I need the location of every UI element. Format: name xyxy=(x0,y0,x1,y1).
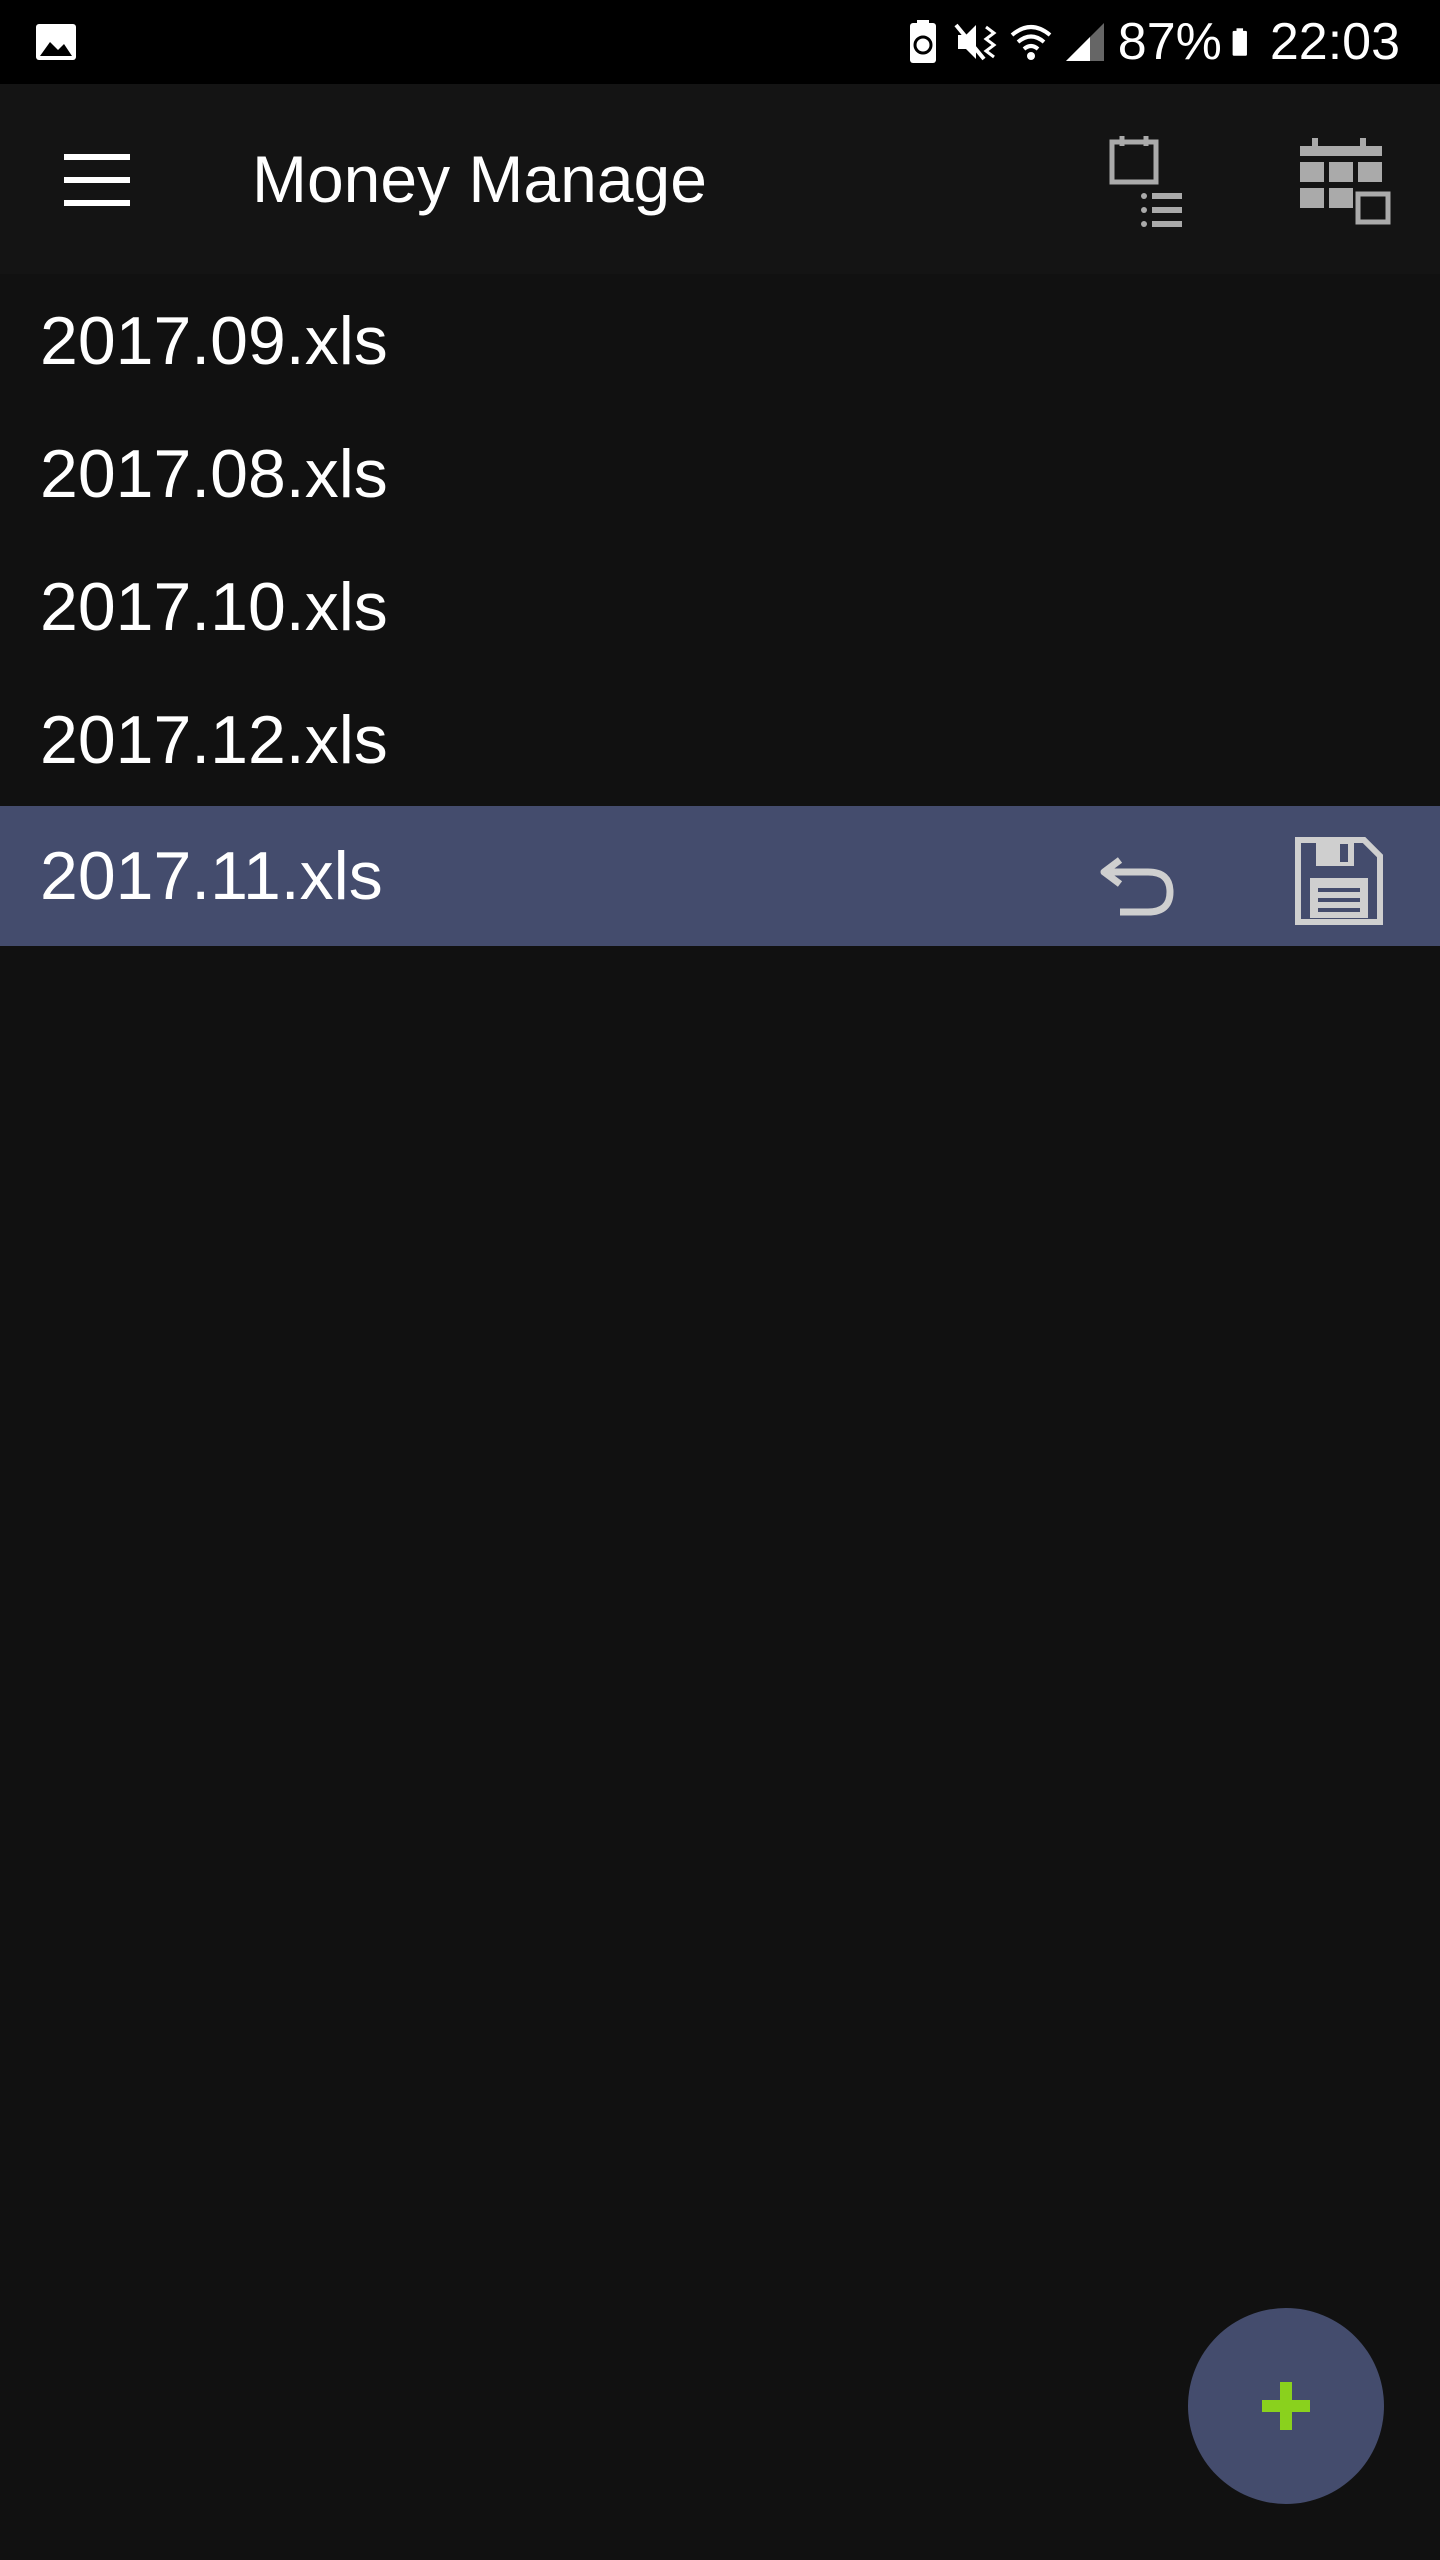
app-bar: Money Manage xyxy=(0,84,1440,274)
hamburger-menu-icon[interactable] xyxy=(52,132,148,228)
save-icon[interactable] xyxy=(1290,832,1386,928)
file-name: 2017.10.xls xyxy=(40,568,388,645)
battery-saver-icon xyxy=(909,20,936,63)
wifi-icon xyxy=(1010,25,1052,60)
plus-icon xyxy=(1262,2382,1310,2430)
add-file-button[interactable] xyxy=(1188,2308,1384,2504)
cell-signal-icon xyxy=(1065,23,1104,61)
list-item[interactable]: 2017.12.xls xyxy=(0,673,1440,806)
mute-vibrate-icon xyxy=(954,23,997,61)
file-name: 2017.09.xls xyxy=(40,302,388,379)
list-item[interactable]: 2017.08.xls xyxy=(0,407,1440,540)
undo-icon[interactable] xyxy=(1090,832,1186,928)
file-name: 2017.08.xls xyxy=(40,435,388,512)
battery-percent: 87% xyxy=(1117,13,1222,71)
file-name: 2017.12.xls xyxy=(40,701,388,778)
file-name: 2017.11.xls xyxy=(40,838,383,914)
daily-list-icon[interactable] xyxy=(1092,132,1202,242)
battery-icon xyxy=(1232,28,1247,56)
clock: 22:03 xyxy=(1269,13,1400,71)
image-notification-icon xyxy=(36,24,76,60)
list-item[interactable]: 2017.09.xls xyxy=(0,274,1440,407)
status-icons: 87% 22:03 xyxy=(892,0,1400,84)
list-item[interactable]: 2017.10.xls xyxy=(0,540,1440,673)
file-list: 2017.09.xls 2017.08.xls 2017.10.xls 2017… xyxy=(0,274,1440,946)
page-title: Money Manage xyxy=(252,142,707,216)
list-item-selected[interactable]: 2017.11.xls xyxy=(0,806,1440,946)
calendar-grid-icon[interactable] xyxy=(1290,132,1400,242)
status-bar: 87% 22:03 xyxy=(0,0,1440,84)
